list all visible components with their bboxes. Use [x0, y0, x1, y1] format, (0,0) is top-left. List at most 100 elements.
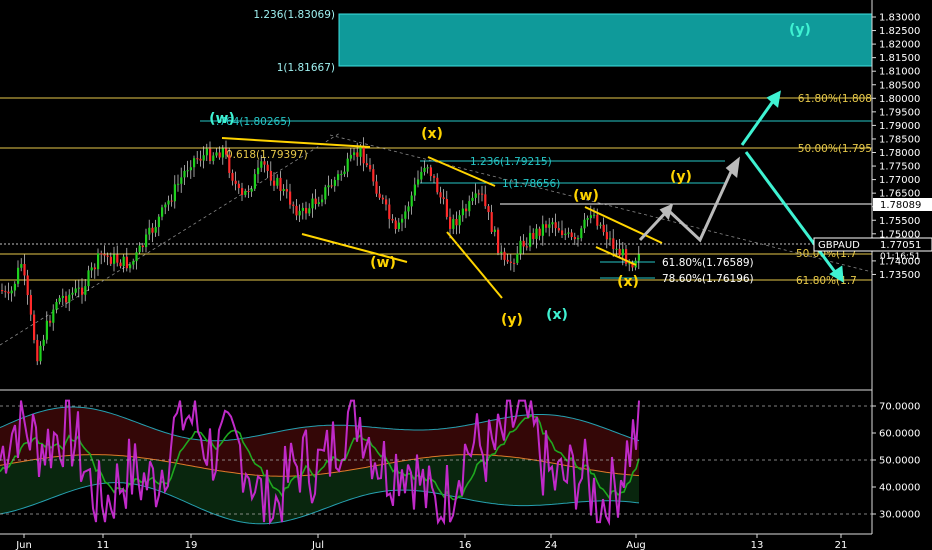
candle-body	[148, 227, 151, 235]
candle-body	[356, 152, 359, 157]
candle-body	[557, 228, 560, 231]
candle-body	[257, 167, 260, 175]
time-tick-label: 16	[459, 540, 472, 550]
osc-tick-label: 60.0000	[879, 429, 920, 440]
candle-body	[340, 174, 343, 176]
candle-body	[129, 264, 132, 269]
candle-body	[253, 174, 256, 189]
candle-body	[567, 232, 570, 234]
candle-body	[292, 204, 295, 206]
candle-body	[10, 290, 13, 294]
candle-body	[349, 154, 352, 159]
candle-body	[186, 170, 189, 172]
candle-body	[1, 290, 4, 292]
wave-label-x-cyan: (x)	[546, 307, 568, 323]
candle-body	[93, 267, 96, 270]
wave-label-w-cyan: (w)	[209, 111, 235, 127]
candle-body	[609, 238, 612, 240]
candle-body	[481, 193, 484, 195]
candle-body	[407, 206, 410, 212]
candle-body	[138, 245, 141, 253]
price-tick-label: 1.79500	[879, 107, 920, 118]
candle-body	[116, 254, 119, 263]
candle-body	[401, 218, 404, 223]
candle-body	[420, 171, 423, 180]
candle-body	[244, 190, 247, 195]
last-price-text: 1.77051	[880, 240, 921, 251]
candle-body	[74, 288, 77, 293]
candle-body	[196, 158, 199, 160]
candle-body	[490, 212, 493, 232]
candle-body	[289, 191, 292, 205]
candle-body	[90, 267, 93, 271]
candle-body	[423, 167, 426, 172]
candle-body	[359, 146, 362, 157]
candle-body	[119, 262, 122, 267]
price-tick-label: 1.80000	[879, 94, 920, 105]
candle-body	[52, 309, 55, 323]
candle-body	[596, 214, 599, 226]
candle-body	[618, 248, 621, 256]
candle-body	[577, 238, 580, 240]
wave-label-y-right: (y)	[670, 169, 692, 185]
candle-body	[439, 192, 442, 198]
candle-body	[346, 158, 349, 172]
candle-body	[337, 174, 340, 181]
candle-body	[369, 165, 372, 170]
symbol-text: GBPAUD	[818, 240, 860, 251]
candle-body	[554, 222, 557, 229]
candle-body	[141, 245, 144, 248]
candle-body	[605, 232, 608, 240]
gbpaud-chart[interactable]: 1.236(1.83069) 1(1.81667) (y) 61.80%(1.8…	[0, 0, 932, 550]
candle-body	[33, 314, 36, 340]
candle-body	[109, 256, 112, 264]
candle-body	[602, 224, 605, 233]
candle-body	[13, 283, 16, 291]
candle-body	[417, 179, 420, 185]
candle-body	[279, 177, 282, 192]
candle-body	[20, 264, 23, 268]
time-tick-label: 19	[185, 540, 198, 550]
candle-body	[378, 193, 381, 198]
candle-body	[97, 253, 100, 270]
price-tick-label: 1.81500	[879, 53, 920, 64]
candle-body	[317, 202, 320, 204]
candle-body	[583, 219, 586, 229]
candle-body	[637, 254, 640, 261]
candle-body	[193, 158, 196, 168]
candle-body	[580, 228, 583, 239]
candle-body	[353, 152, 356, 155]
candle-body	[388, 204, 391, 219]
candle-body	[58, 297, 61, 302]
candle-body	[170, 200, 173, 202]
countdown-text: 01:16:51	[880, 252, 920, 262]
candle-body	[372, 169, 375, 182]
candle-body	[84, 286, 87, 295]
candle-body	[4, 291, 7, 293]
candle-body	[545, 224, 548, 228]
candle-body	[628, 263, 631, 265]
candle-body	[503, 251, 506, 260]
marked-price-text: 1.78089	[880, 200, 921, 211]
candle-body	[199, 158, 202, 161]
price-tick-label: 1.79000	[879, 121, 920, 132]
candle-body	[612, 238, 615, 250]
fib-label-786: 78.60%(1.76196)	[662, 273, 754, 285]
candle-body	[106, 255, 109, 257]
candle-body	[509, 261, 512, 263]
candle-body	[548, 224, 551, 228]
candle-body	[436, 177, 439, 193]
candle-body	[381, 197, 384, 200]
candle-body	[461, 208, 464, 216]
candle-body	[189, 167, 192, 171]
candle-body	[324, 187, 327, 200]
candle-body	[282, 188, 285, 192]
candle-body	[241, 188, 244, 195]
zone-bottom-label: 1(1.81667)	[277, 62, 335, 74]
candle-body	[103, 254, 106, 256]
candle-body	[385, 199, 388, 205]
candle-body	[183, 170, 186, 178]
osc-tick-label: 30.0000	[879, 510, 920, 521]
candle-body	[561, 230, 564, 236]
candle-body	[17, 267, 20, 284]
